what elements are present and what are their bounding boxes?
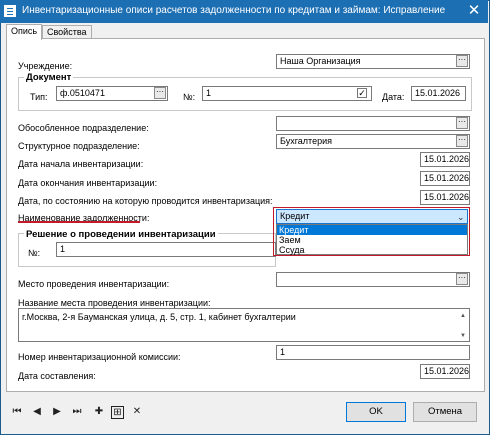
separate-unit-select-button[interactable]: ··· <box>456 117 468 129</box>
debt-name-select[interactable]: Кредит ⌄ <box>276 209 468 224</box>
end-date-label: Дата окончания инвентаризации: <box>18 178 158 188</box>
commission-number-label: Номер инвентаризационной комиссии: <box>18 352 181 362</box>
type-select-button[interactable]: ··· <box>154 87 166 99</box>
document-group-title: Документ <box>24 72 74 83</box>
compiled-date-label: Дата составления: <box>18 371 96 381</box>
structural-unit-select-button[interactable]: ··· <box>456 135 468 147</box>
institution-label: Учреждение: <box>18 61 73 71</box>
institution-select-button[interactable]: ··· <box>456 55 468 67</box>
place-label: Место проведения инвентаризации: <box>18 279 170 289</box>
next-record-icon[interactable]: ▶ <box>50 405 64 419</box>
compiled-date-field[interactable]: 15.01.2026 <box>420 364 470 379</box>
place-name-textarea[interactable]: г.Москва, 2-я Бауманская улица, д. 5, ст… <box>18 308 470 342</box>
debt-name-option[interactable]: Ссуда <box>277 245 467 255</box>
number-field[interactable]: 1 <box>202 86 372 101</box>
structural-unit-field[interactable]: Бухгалтерия <box>276 134 470 149</box>
close-icon[interactable]: ✕ <box>463 1 485 21</box>
institution-field[interactable]: Наша Организация <box>276 54 470 69</box>
separate-unit-label: Обособленное подразделение: <box>18 123 149 133</box>
type-field[interactable]: ф.0510471 <box>56 86 168 101</box>
last-record-icon[interactable]: ⏭ <box>70 405 84 419</box>
first-record-icon[interactable]: ⏮ <box>10 405 24 419</box>
add-copy-icon[interactable]: ⊞ <box>111 406 124 419</box>
chevron-down-icon[interactable]: ⌄ <box>457 211 465 224</box>
place-name-label: Название места проведения инвентаризации… <box>18 298 211 308</box>
delete-record-icon[interactable]: ✕ <box>130 405 144 419</box>
as-of-date-field[interactable]: 15.01.2026 <box>420 190 470 205</box>
debt-name-label-highlight <box>18 221 140 223</box>
tab-strip: Опись Свойства <box>6 24 482 40</box>
app-icon <box>4 5 16 17</box>
prev-record-icon[interactable]: ◀ <box>30 405 44 419</box>
debt-name-option[interactable]: Заем <box>277 235 467 245</box>
debt-name-selected-value: Кредит <box>280 211 310 221</box>
place-select-button[interactable]: ··· <box>456 273 468 285</box>
scroll-down-icon[interactable]: ▼ <box>459 332 467 340</box>
tab-inventory[interactable]: Опись <box>6 24 43 40</box>
debt-name-options-list: Кредит Заем Ссуда <box>276 224 468 255</box>
debt-name-option[interactable]: Кредит <box>277 225 467 235</box>
type-label: Тип: <box>30 92 48 102</box>
decision-group-title: Решение о проведении инвентаризации <box>24 229 218 240</box>
separate-unit-field[interactable] <box>276 116 470 131</box>
place-field[interactable] <box>276 272 470 287</box>
date-label: Дата: <box>382 92 405 102</box>
date-field[interactable]: 15.01.2026 <box>411 86 466 101</box>
start-date-label: Дата начала инвентаризации: <box>18 159 144 169</box>
cancel-button[interactable]: Отмена <box>413 402 477 422</box>
number-label: №: <box>183 92 196 102</box>
scroll-up-icon[interactable]: ▲ <box>459 312 467 320</box>
add-record-icon[interactable]: ✚ <box>92 405 106 419</box>
commission-number-field[interactable]: 1 <box>276 345 470 360</box>
tab-properties[interactable]: Свойства <box>42 25 92 39</box>
window-title: Инвентаризационные описи расчетов задолж… <box>22 5 446 16</box>
end-date-field[interactable]: 15.01.2026 <box>420 171 470 186</box>
place-name-text: г.Москва, 2-я Бауманская улица, д. 5, ст… <box>22 312 296 322</box>
number-check-icon[interactable]: ✓ <box>357 88 367 98</box>
decision-number-label: №: <box>28 248 41 258</box>
as-of-date-label: Дата, по состоянию на которую проводится… <box>18 196 273 206</box>
decision-number-field[interactable]: 1 <box>56 242 276 257</box>
structural-unit-label: Структурное подразделение: <box>18 141 140 151</box>
start-date-field[interactable]: 15.01.2026 <box>420 152 470 167</box>
ok-button[interactable]: OK <box>346 402 406 422</box>
